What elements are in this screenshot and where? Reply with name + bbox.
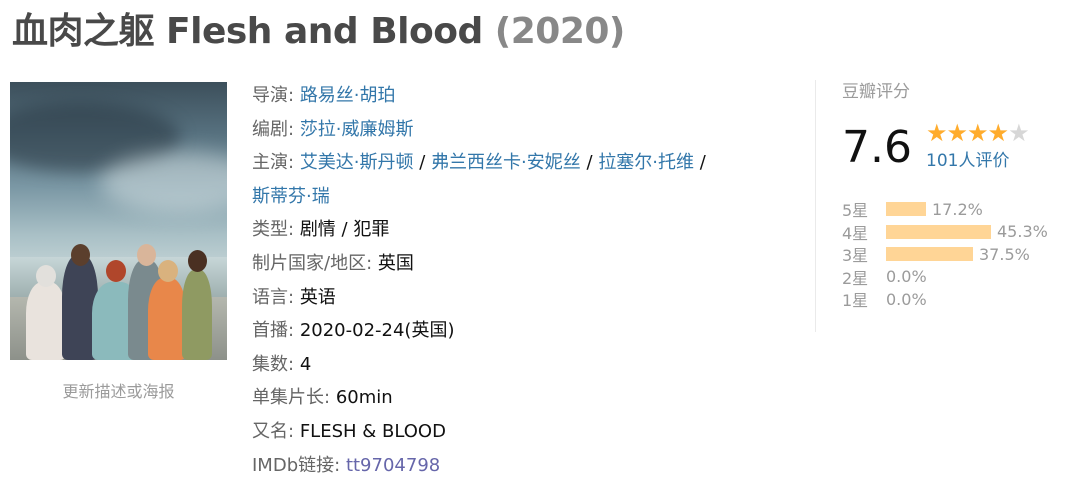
rating-bar-row: 1星 0.0% bbox=[842, 288, 1048, 311]
cast-row: 主演: 艾美达·斯丹顿 / 弗兰西丝卡·安妮丝 / 拉塞尔·托维 / bbox=[252, 146, 792, 180]
rating-bar-percent: 17.2% bbox=[932, 199, 983, 219]
episodes-label: 集数: bbox=[252, 353, 295, 375]
rating-score: 7.6 bbox=[842, 122, 912, 173]
star-filled-icon: ★ bbox=[946, 119, 968, 147]
rating-title: 豆瓣评分 bbox=[842, 82, 910, 102]
cast-link[interactable]: 弗兰西丝卡·安妮丝 bbox=[431, 152, 581, 173]
cast-row-continued: 斯蒂芬·瑞 bbox=[252, 180, 792, 214]
rating-bar-row: 2星 0.0% bbox=[842, 266, 1048, 289]
episodes-value: 4 bbox=[299, 353, 312, 375]
cast-separator: / bbox=[694, 152, 706, 174]
imdb-row: IMDb链接: tt9704798 bbox=[252, 449, 792, 483]
title-year: (2020) bbox=[494, 11, 626, 52]
writer-link[interactable]: 莎拉·威廉姆斯 bbox=[300, 119, 414, 140]
country-label: 制片国家/地区: bbox=[252, 252, 373, 274]
writer-label: 编剧: bbox=[252, 118, 295, 140]
rating-bar-row: 4星 45.3% bbox=[842, 221, 1048, 244]
rating-bar-percent: 37.5% bbox=[979, 244, 1030, 264]
rating-bar-fill bbox=[886, 247, 973, 262]
rating-bar-label: 5星 bbox=[842, 201, 869, 221]
director-link[interactable]: 路易丝·胡珀 bbox=[300, 85, 396, 106]
runtime-label: 单集片长: bbox=[252, 387, 331, 409]
cast-label: 主演: bbox=[252, 152, 295, 174]
runtime-value: 60min bbox=[335, 387, 393, 409]
rating-bar-label: 2星 bbox=[842, 268, 869, 288]
rating-bar-percent: 0.0% bbox=[886, 267, 927, 287]
rating-bar-label: 4星 bbox=[842, 223, 869, 243]
rating-stars: ★★★★★ bbox=[926, 119, 1030, 147]
cast-separator: / bbox=[580, 152, 599, 174]
premiere-label: 首播: bbox=[252, 320, 295, 342]
rating-bar-fill bbox=[886, 224, 991, 239]
rating-bar-percent: 45.3% bbox=[997, 222, 1048, 242]
imdb-link[interactable]: tt9704798 bbox=[346, 455, 440, 476]
runtime-row: 单集片长: 60min bbox=[252, 381, 792, 415]
premiere-row: 首播: 2020-02-24(英国) bbox=[252, 314, 792, 348]
cast-link[interactable]: 斯蒂芬·瑞 bbox=[252, 186, 330, 207]
rating-bar-label: 1星 bbox=[842, 291, 869, 311]
director-label: 导演: bbox=[252, 85, 295, 106]
cast-link[interactable]: 艾美达·斯丹顿 bbox=[300, 152, 414, 173]
episodes-row: 集数: 4 bbox=[252, 348, 792, 382]
imdb-label: IMDb链接: bbox=[252, 454, 341, 476]
rating-bar-row: 3星 37.5% bbox=[842, 243, 1048, 266]
genre-label: 类型: bbox=[252, 219, 295, 241]
genre-value: 剧情 / 犯罪 bbox=[299, 219, 390, 241]
rating-bar-label: 3星 bbox=[842, 246, 869, 266]
director-row: 导演: 路易丝·胡珀 bbox=[252, 79, 792, 113]
rating-bar-fill bbox=[886, 202, 926, 217]
aka-value: FLESH & BLOOD bbox=[299, 420, 446, 442]
rating-distribution: 5星 17.2% 4星 45.3% 3星 37.5% 2星 0.0% 1星 0.0% bbox=[842, 198, 1048, 311]
rating-bar-row: 5星 17.2% bbox=[842, 198, 1048, 221]
country-row: 制片国家/地区: 英国 bbox=[252, 247, 792, 281]
page-title: 血肉之躯 Flesh and Blood (2020) bbox=[12, 8, 625, 56]
cast-separator: / bbox=[413, 152, 432, 174]
language-label: 语言: bbox=[252, 286, 295, 308]
update-poster-link[interactable]: 更新描述或海报 bbox=[10, 378, 227, 402]
rating-count-link[interactable]: 101人评价 bbox=[926, 149, 1009, 173]
writer-row: 编剧: 莎拉·威廉姆斯 bbox=[252, 113, 792, 147]
star-filled-icon: ★ bbox=[967, 119, 988, 147]
rating-bar-percent: 0.0% bbox=[886, 289, 927, 309]
language-value: 英语 bbox=[299, 286, 336, 308]
star-filled-icon: ★ bbox=[987, 119, 1009, 147]
poster-image[interactable] bbox=[10, 82, 227, 360]
premiere-value: 2020-02-24(英国) bbox=[299, 320, 455, 342]
language-row: 语言: 英语 bbox=[252, 281, 792, 315]
star-filled-icon: ★ bbox=[926, 119, 947, 147]
aka-row: 又名: FLESH & BLOOD bbox=[252, 415, 792, 449]
rating-panel: 豆瓣评分 7.6 ★★★★★ 101人评价 5星 17.2% 4星 45.3% 3星 37… bbox=[815, 80, 1065, 332]
title-text: 血肉之躯 Flesh and Blood bbox=[12, 11, 483, 52]
info-panel: 导演: 路易丝·胡珀 编剧: 莎拉·威廉姆斯 主演: 艾美达·斯丹顿 / 弗兰西… bbox=[252, 79, 792, 482]
aka-label: 又名: bbox=[252, 420, 295, 442]
star-empty-icon: ★ bbox=[1008, 119, 1029, 147]
country-value: 英国 bbox=[377, 252, 414, 274]
genre-row: 类型: 剧情 / 犯罪 bbox=[252, 213, 792, 247]
cast-link[interactable]: 拉塞尔·托维 bbox=[598, 152, 694, 173]
